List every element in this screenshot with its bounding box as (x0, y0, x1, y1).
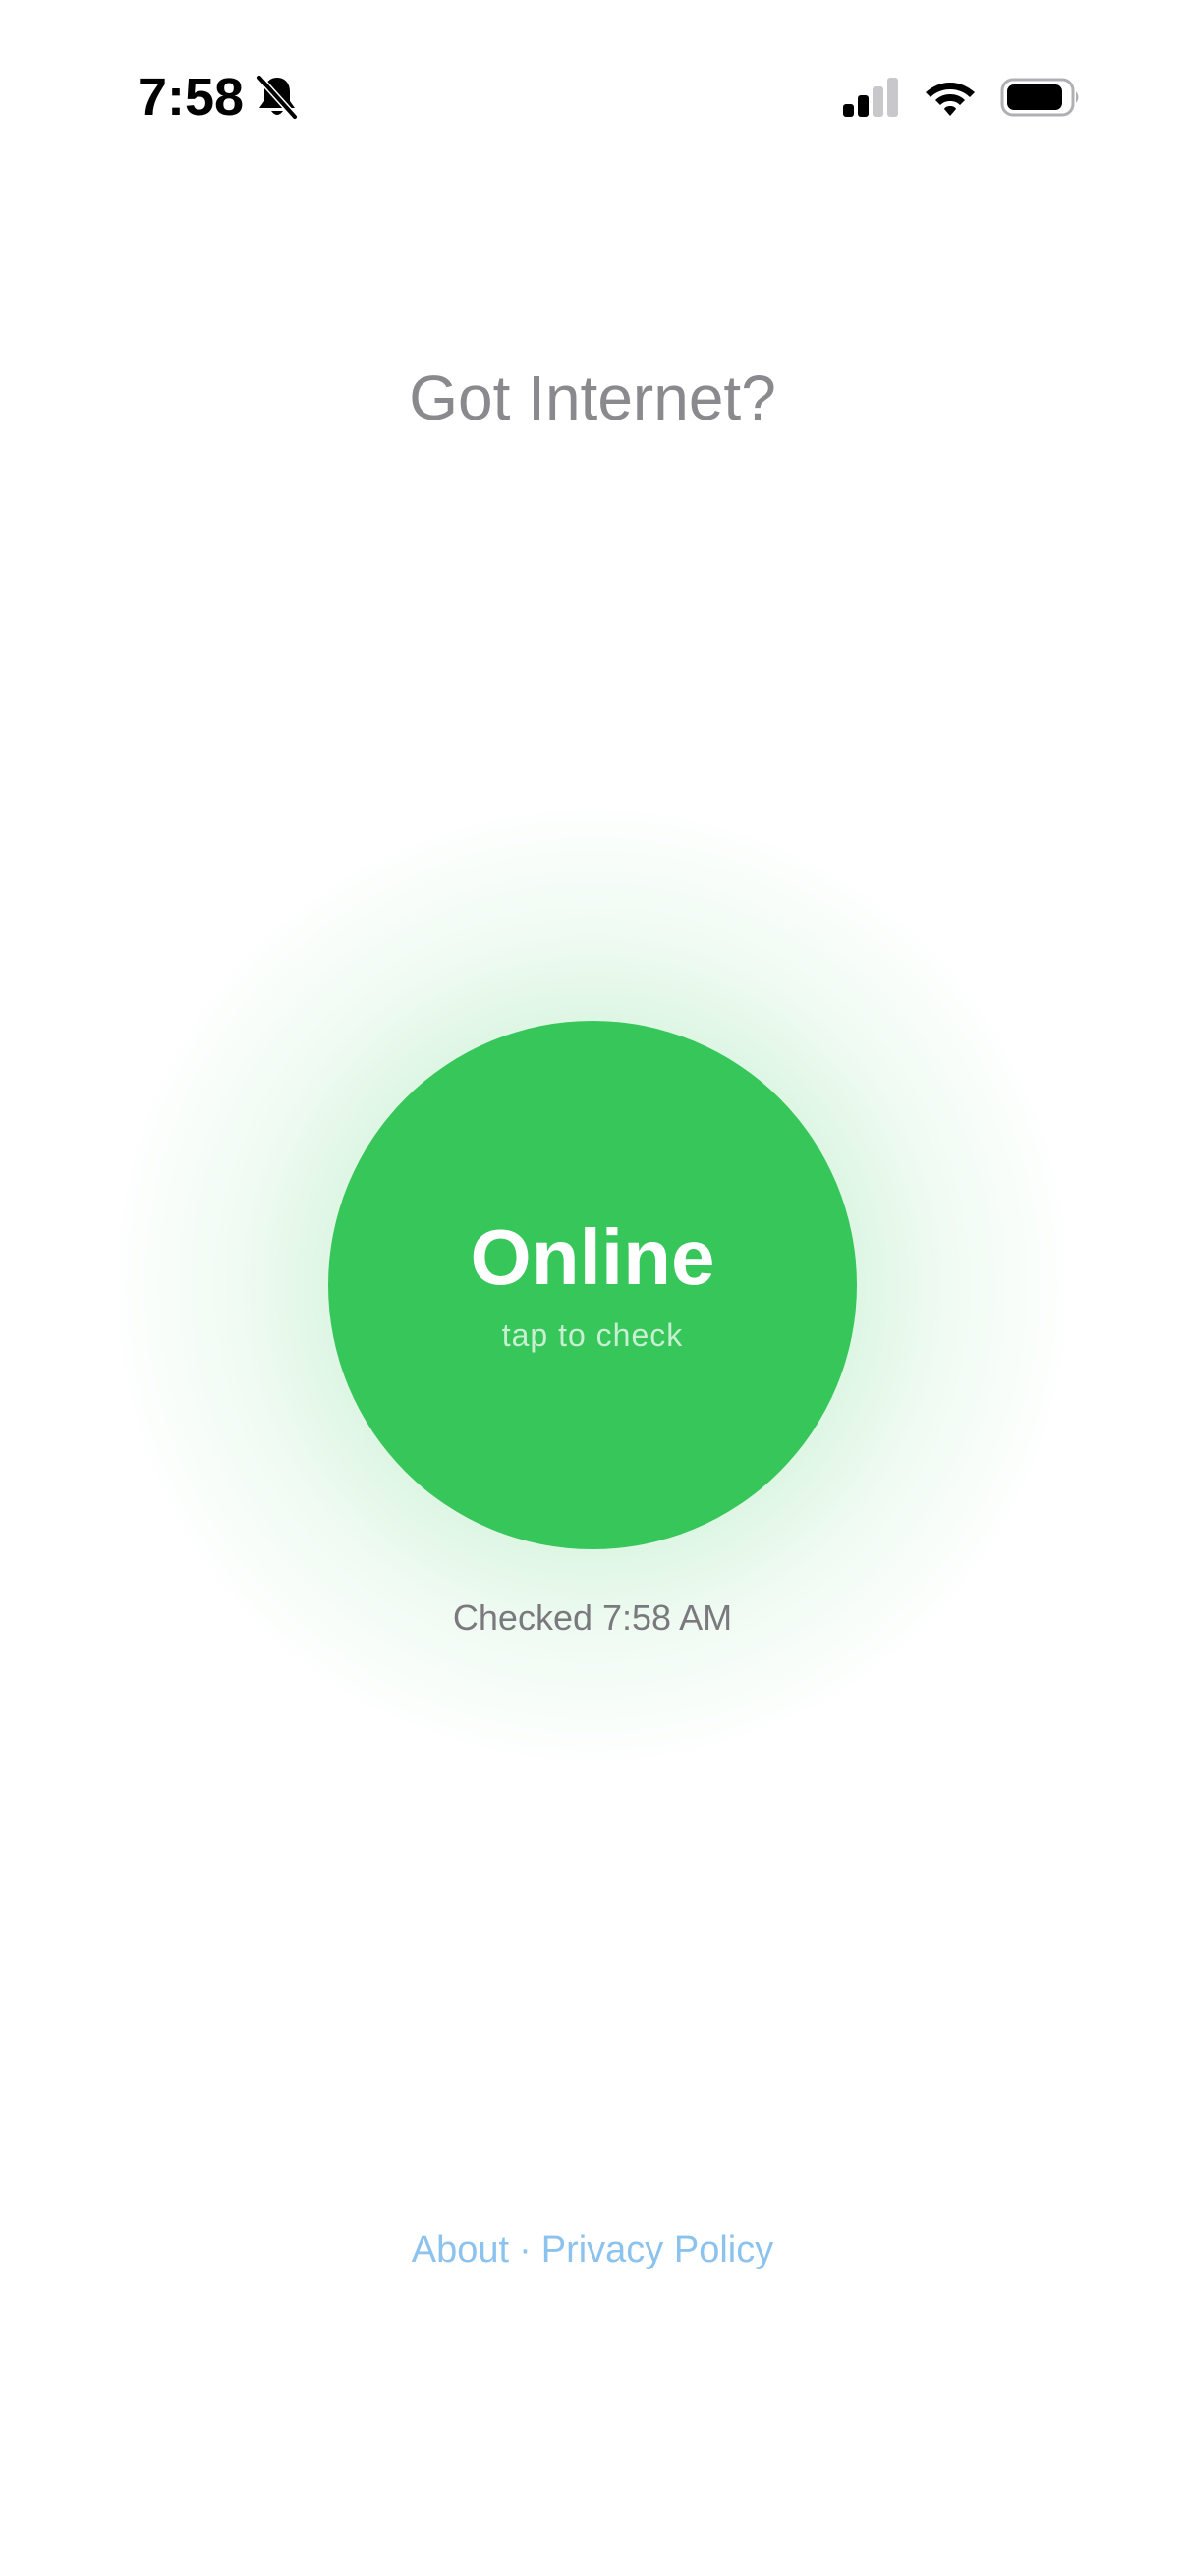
status-time: 7:58 (138, 68, 245, 127)
check-connection-button[interactable]: Online tap to check (328, 1021, 857, 1549)
last-checked-label: Checked 7:58 AM (452, 1597, 733, 1638)
status-right-icons (841, 71, 1083, 124)
tap-hint-label: tap to check (501, 1317, 684, 1353)
page-title: Got Internet? (409, 363, 776, 433)
footer-links: About · Privacy Policy (0, 2222, 1185, 2277)
status-bar: 7:58 (0, 0, 1185, 187)
about-link[interactable]: About (412, 2229, 509, 2270)
cellular-signal-icon (843, 78, 898, 117)
privacy-policy-link[interactable]: Privacy Policy (541, 2229, 774, 2270)
connection-status-label: Online (470, 1213, 715, 1301)
battery-icon (1000, 78, 1079, 117)
wifi-icon (926, 83, 975, 116)
app-screen: 7:58 Got Internet? Online tap to check C… (0, 0, 1185, 2576)
bell-slash-icon (255, 74, 299, 121)
status-time-group: 7:58 (138, 63, 299, 132)
footer-separator: · (519, 2229, 532, 2270)
